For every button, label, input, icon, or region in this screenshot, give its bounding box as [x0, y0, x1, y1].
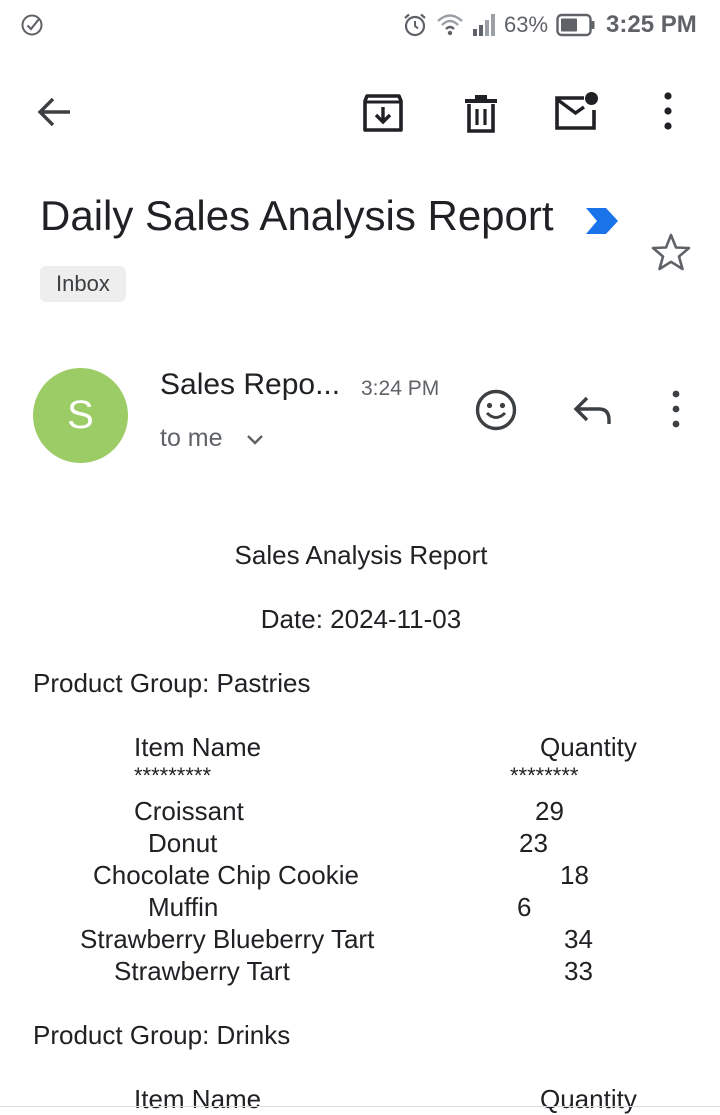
- email-subject: Daily Sales Analysis Report: [40, 192, 554, 239]
- battery-percent: 63%: [504, 12, 549, 37]
- item-quantity: 23: [519, 828, 548, 858]
- item-quantity: 29: [535, 796, 564, 826]
- avatar[interactable]: S: [33, 368, 128, 463]
- sent-time: 3:24 PM: [361, 377, 440, 400]
- recipient-label: to me: [160, 424, 223, 452]
- more-options-button[interactable]: [655, 90, 681, 134]
- item-quantity: 6: [517, 892, 532, 922]
- signal-icon: [473, 14, 495, 36]
- item-name: Chocolate Chip Cookie: [93, 860, 359, 890]
- bottom-divider: [0, 1106, 720, 1107]
- item-quantity: 34: [564, 924, 593, 954]
- item-quantity: 33: [564, 956, 593, 986]
- back-arrow-icon: [37, 97, 70, 127]
- item-name: Donut: [148, 828, 218, 858]
- check-circle-icon: [21, 14, 43, 36]
- alarm-icon: [404, 13, 426, 37]
- label-chip-inbox[interactable]: Inbox: [40, 266, 126, 302]
- star-icon[interactable]: [651, 233, 691, 271]
- quantity-underline: ********: [510, 763, 579, 788]
- archive-button[interactable]: [362, 92, 404, 134]
- recipient-toggle[interactable]: to me: [160, 424, 270, 458]
- more-vert-icon: [672, 390, 680, 428]
- importance-marker-icon[interactable]: [584, 206, 620, 236]
- item-name: Croissant: [134, 796, 244, 826]
- report-date: Date: 2024-11-03: [260, 604, 462, 634]
- status-bar: 63% 3:25 PM: [0, 0, 720, 50]
- delete-button[interactable]: [460, 92, 502, 134]
- chevron-down-icon: [247, 435, 263, 445]
- reply-icon: [573, 396, 611, 424]
- emoji-icon: [475, 389, 517, 431]
- message-more-button[interactable]: [664, 388, 688, 432]
- reply-button[interactable]: [572, 392, 614, 428]
- status-time: 3:25 PM: [606, 11, 697, 38]
- mark-unread-button[interactable]: [554, 90, 600, 134]
- back-button[interactable]: [34, 92, 74, 132]
- column-header-item-name: Item Name: [134, 1084, 262, 1114]
- item-name: Strawberry Tart: [114, 956, 290, 986]
- wifi-icon: [437, 14, 463, 36]
- archive-icon: [363, 94, 403, 132]
- column-header-item-name: Item Name: [134, 732, 262, 762]
- sender-name[interactable]: Sales Repo...: [160, 368, 340, 402]
- report-title: Sales Analysis Report: [234, 540, 488, 570]
- item-quantity: 18: [560, 860, 589, 890]
- mark-unread-icon: [555, 92, 598, 130]
- delete-icon: [465, 95, 497, 133]
- column-header-quantity: Quantity: [540, 732, 637, 762]
- react-emoji-button[interactable]: [474, 388, 518, 432]
- item-name: Muffin: [148, 892, 219, 922]
- more-vert-icon: [664, 92, 672, 130]
- item-name: Strawberry Blueberry Tart: [80, 924, 375, 954]
- group-heading-drinks: Product Group: Drinks: [33, 1020, 291, 1050]
- column-header-quantity: Quantity: [540, 1084, 637, 1114]
- group-heading-pastries: Product Group: Pastries: [33, 668, 311, 698]
- item-name-underline: *********: [134, 763, 212, 788]
- battery-icon: [556, 13, 595, 37]
